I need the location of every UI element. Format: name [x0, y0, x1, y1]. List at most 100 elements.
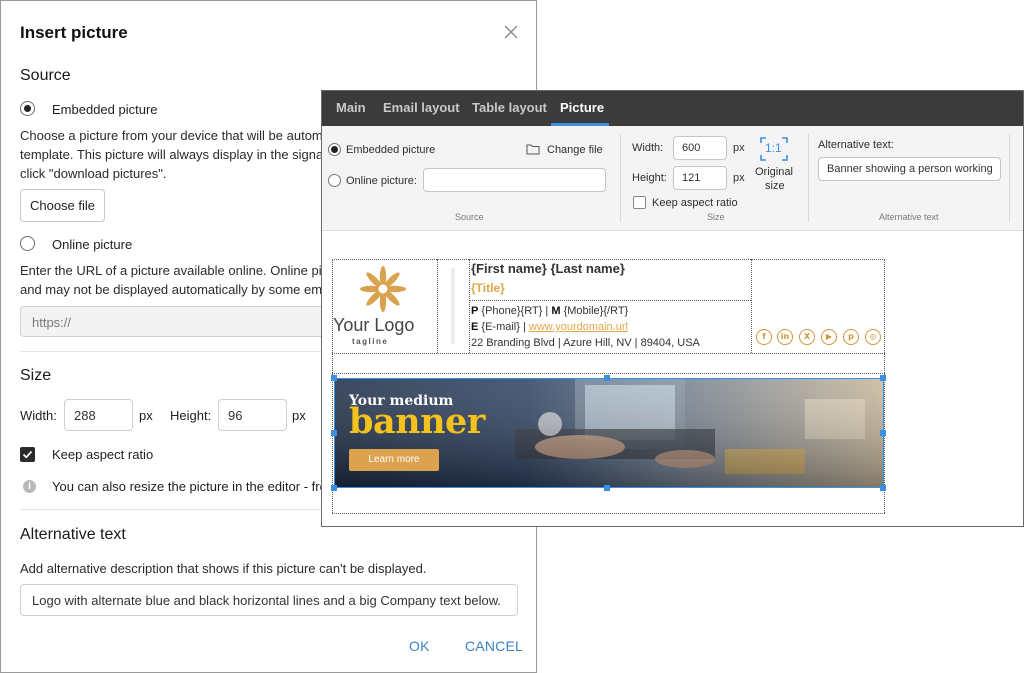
resize-handle[interactable]: [880, 375, 886, 381]
ribbon-online-label: Online picture:: [346, 175, 417, 187]
ribbon-width-input[interactable]: 600: [673, 136, 727, 160]
keep-aspect-checkbox[interactable]: [20, 447, 35, 462]
embedded-desc-line-3: click "download pictures".: [20, 166, 167, 181]
resize-hint: You can also resize the picture in the e…: [52, 479, 327, 494]
tab-table-layout[interactable]: Table layout: [472, 100, 547, 115]
resize-handle[interactable]: [331, 485, 337, 491]
height-unit: px: [292, 408, 306, 423]
table-border: [332, 513, 885, 514]
flower-logo-icon: [360, 266, 406, 312]
company-logo[interactable]: Your Logo tagline: [332, 260, 437, 352]
original-size-label-1[interactable]: Original: [755, 166, 793, 178]
resize-handle[interactable]: [604, 485, 610, 491]
ribbon-alt-input[interactable]: Banner showing a person working: [818, 157, 1001, 181]
signature-phone-line[interactable]: P {Phone}{RT} | M {Mobile}{/RT}: [471, 305, 628, 317]
dialog-title: Insert picture: [20, 23, 128, 42]
table-border: [884, 259, 885, 513]
table-border: [469, 259, 470, 353]
cancel-button[interactable]: CANCEL: [465, 638, 523, 654]
vertical-divider: [450, 268, 456, 344]
ribbon-height-input[interactable]: 121: [673, 166, 727, 190]
learn-more-button[interactable]: Learn more: [349, 449, 439, 471]
folder-icon[interactable]: [526, 143, 540, 155]
facebook-icon[interactable]: f: [756, 329, 772, 345]
size-heading: Size: [20, 367, 52, 384]
picture-url-input[interactable]: https://: [20, 306, 330, 337]
width-label: Width:: [20, 408, 57, 423]
close-icon[interactable]: [502, 23, 520, 41]
ribbon-divider: [620, 134, 621, 222]
embedded-desc-line-2: template. This picture will always displ…: [20, 147, 327, 162]
height-input[interactable]: 96: [218, 399, 287, 431]
signature-name[interactable]: {First name} {Last name}: [471, 261, 625, 276]
choose-file-button[interactable]: Choose file: [20, 189, 105, 222]
x-twitter-icon[interactable]: X: [799, 329, 815, 345]
online-desc-line-1: Enter the URL of a picture available onl…: [20, 263, 329, 278]
signature-title[interactable]: {Title}: [471, 281, 505, 295]
ribbon-embedded-label: Embedded picture: [346, 144, 436, 156]
resize-handle[interactable]: [331, 375, 337, 381]
ribbon-divider: [808, 134, 809, 222]
phone-placeholder: {Phone}{RT}: [481, 305, 543, 317]
resize-handle[interactable]: [604, 375, 610, 381]
ribbon-keep-aspect-checkbox[interactable]: [633, 196, 646, 209]
picture-ribbon: Embedded picture Change file Online pict…: [322, 126, 1023, 231]
table-border: [751, 259, 752, 353]
height-label: Height:: [170, 408, 212, 423]
mobile-placeholder: {Mobile}{/RT}: [563, 305, 629, 317]
change-file-button[interactable]: Change file: [547, 144, 603, 156]
ribbon-width-unit: px: [733, 142, 745, 154]
ok-button[interactable]: OK: [409, 638, 430, 654]
ratio-label: 1:1: [765, 141, 782, 155]
table-border: [332, 353, 885, 354]
tab-email-layout[interactable]: Email layout: [383, 100, 460, 115]
table-border: [437, 259, 438, 353]
logo-text: Your Logo: [333, 315, 415, 335]
email-placeholder: {E-mail}: [481, 321, 520, 333]
signature-editor-window: Main Email layout Table layout Picture E…: [321, 90, 1024, 527]
source-heading: Source: [20, 67, 71, 84]
ribbon-alt-label: Alternative text:: [818, 139, 894, 151]
email-prefix: E: [471, 321, 479, 333]
ribbon-embedded-radio[interactable]: [328, 143, 341, 156]
original-size-icon[interactable]: 1:1: [758, 135, 790, 163]
instagram-icon[interactable]: ◎: [865, 329, 881, 345]
ribbon-online-radio[interactable]: [328, 174, 341, 187]
signature-address[interactable]: 22 Branding Blvd | Azure Hill, NV | 8940…: [471, 337, 700, 349]
ribbon-url-input[interactable]: [423, 168, 606, 192]
ribbon-height-unit: px: [733, 172, 745, 184]
table-border: [332, 373, 885, 374]
tab-picture[interactable]: Picture: [560, 100, 604, 115]
table-border: [469, 300, 751, 301]
mobile-prefix: M: [551, 305, 561, 317]
website-link[interactable]: www.yourdomain.url: [529, 321, 628, 333]
info-icon: i: [23, 480, 36, 493]
linkedin-icon[interactable]: in: [777, 329, 793, 345]
source-caption: Source: [455, 212, 484, 222]
youtube-icon[interactable]: ▶: [821, 329, 837, 345]
resize-handle[interactable]: [880, 485, 886, 491]
pinterest-icon[interactable]: p: [843, 329, 859, 345]
editor-tabbar: Main Email layout Table layout Picture: [322, 91, 1023, 126]
alt-text-input[interactable]: Logo with alternate blue and black horiz…: [20, 584, 518, 616]
original-size-label-2[interactable]: size: [765, 180, 785, 192]
embedded-desc-line-1: Choose a picture from your device that w…: [20, 128, 323, 143]
alt-caption: Alternative text: [879, 212, 939, 222]
width-unit: px: [139, 408, 153, 423]
tab-main[interactable]: Main: [336, 100, 366, 115]
ribbon-width-label: Width:: [632, 142, 664, 154]
ribbon-height-label: Height:: [632, 172, 667, 184]
alt-text-heading: Alternative text: [20, 526, 126, 543]
embedded-picture-radio[interactable]: [20, 101, 35, 116]
resize-handle[interactable]: [331, 430, 337, 436]
signature-email-line[interactable]: E {E-mail} | www.yourdomain.url: [471, 321, 628, 333]
width-input[interactable]: 288: [64, 399, 133, 431]
resize-handle[interactable]: [880, 430, 886, 436]
alt-text-description: Add alternative description that shows i…: [20, 561, 427, 576]
keep-aspect-label: Keep aspect ratio: [52, 447, 154, 462]
ribbon-divider: [1009, 134, 1010, 222]
banner-image[interactable]: Your medium banner Learn more: [334, 378, 884, 488]
check-icon: [22, 450, 33, 459]
ribbon-keep-aspect-label: Keep aspect ratio: [652, 197, 738, 209]
online-picture-radio[interactable]: [20, 236, 35, 251]
